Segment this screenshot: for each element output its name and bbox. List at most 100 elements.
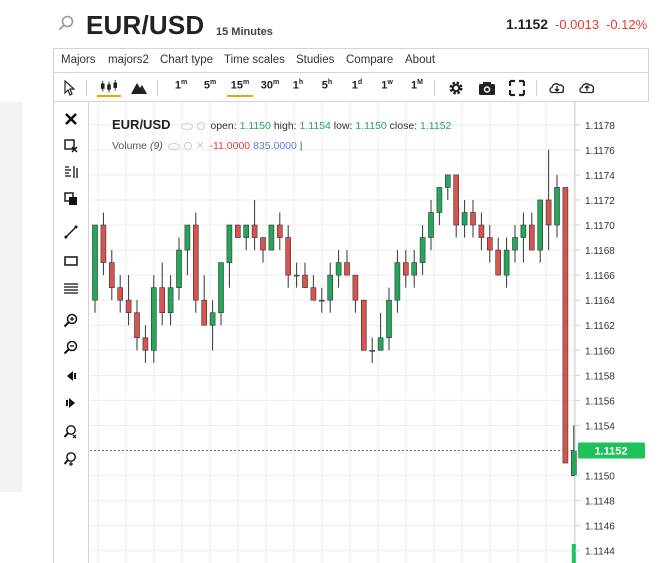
timeframe-label: 15 [230,79,243,92]
candle-body [453,174,460,226]
candle-body [235,224,241,238]
menu-time-scales[interactable]: Time scales [224,54,285,66]
price-axis: 1.1178 1.1176 1.1174 1.1172 1.1170 1.1168 1.11… [575,121,615,558]
candle-body [470,212,476,226]
symbol-title[interactable]: EUR/USD [86,10,204,41]
line-tool-icon[interactable] [63,224,79,240]
settings-icon[interactable] [197,122,206,131]
legend-low: 1.1150 [355,120,387,132]
timeframe-1d[interactable]: 1d [349,79,365,97]
menu-majors2[interactable]: majors2 [108,54,149,66]
candle-body [176,249,182,288]
menu-majors[interactable]: Majors [61,54,96,66]
candle-body [209,312,216,326]
timeframe-30m[interactable]: 30m [257,79,283,97]
candle-body [411,262,418,276]
menu-chart-type[interactable]: Chart type [160,54,213,66]
scroll-left-icon[interactable] [63,368,79,384]
remove-study-icon[interactable]: ✕ [196,140,205,152]
rectangle-icon[interactable] [63,253,79,269]
zoom-fit-icon[interactable] [63,424,79,440]
timeframe-1w[interactable]: 1w [379,79,395,97]
price-tick-label: 1.1150 [585,472,615,483]
side-panel [0,102,22,492]
candle-body [444,174,451,188]
zoom-in-icon[interactable] [63,312,79,328]
toolbar-separator [536,80,537,96]
download-icon[interactable] [548,79,566,97]
price-change: -0.0013 [555,17,600,32]
candle-body [335,262,342,276]
eye-icon[interactable] [167,142,180,150]
remove-drawing-icon[interactable] [63,138,79,154]
zoom-out-icon[interactable] [63,339,79,355]
chart-toolbar: 1m 5m 15m 30m 1h 5h 1d 1w 1M [53,72,649,102]
timeframe-5m[interactable]: 5m [201,79,219,97]
scroll-right-icon[interactable] [63,395,79,411]
menu-bar: Majors majors2 Chart type Time scales St… [53,48,649,72]
price-tick-label: 1.1156 [585,396,615,407]
timeframe-5h[interactable]: 5h [319,79,335,97]
candle-body [125,299,132,314]
candle-body [142,337,149,351]
candle-body [486,237,493,251]
price-tick-label: 1.1172 [585,196,615,207]
candle-body [293,274,300,277]
price-tick-label: 1.1170 [585,221,615,232]
timeframe-label: 30 [260,79,273,92]
settings-icon[interactable] [183,142,192,151]
volume-value: -11.0000 [209,140,251,152]
legend-symbol: EUR/USD [112,117,171,132]
volume-cursor: | [299,140,303,152]
gear-icon[interactable] [448,79,464,97]
vertical-grid [97,102,575,563]
candles-icon[interactable] [97,79,121,97]
fullscreen-icon[interactable] [509,79,525,97]
candle-body [419,237,426,263]
legend-open-label: open: [210,120,237,132]
toolbar-separator [157,80,158,96]
search-icon[interactable] [58,15,74,31]
timeframe-1m[interactable]: 1m [172,79,190,97]
ohlc-legend: EUR/USD open: 1.1150 high: 1.1154 low: 1… [112,117,451,132]
close-icon[interactable] [63,111,79,127]
price-tick-label: 1.1144 [585,547,615,558]
eye-icon[interactable] [181,122,194,130]
timeframe-unit: m [273,79,280,86]
candle-body [545,199,552,226]
menu-about[interactable]: About [405,54,435,66]
candle-body [218,262,224,314]
candle-body [285,237,291,276]
candle-body [268,224,275,251]
cursor-icon[interactable] [63,79,75,97]
timeframe-1h[interactable]: 1h [290,79,306,97]
candle-body [243,224,249,238]
fib-icon[interactable] [63,280,79,296]
upload-icon[interactable] [578,79,596,97]
price-tick-label: 1.1162 [585,321,615,332]
chart-area[interactable]: 1.1178 1.1176 1.1174 1.1172 1.1170 1.1168 1.11… [90,102,665,563]
legend-high: 1.1154 [299,120,331,132]
timeframe-unit: d [357,79,363,86]
timeframe-15m[interactable]: 15m [227,79,253,97]
candlestick-series [92,149,577,476]
candle-body [402,262,409,276]
timeframe-1M[interactable]: 1M [408,79,426,97]
menu-compare[interactable]: Compare [346,54,393,66]
camera-icon[interactable] [478,79,496,97]
price-tick-label: 1.1178 [585,121,615,132]
timeframe-unit: m [243,79,250,86]
legend-close-label: close: [389,120,418,132]
candle-body [201,299,207,326]
mountain-icon[interactable] [130,79,148,97]
legend-low-label: low: [333,120,353,132]
copy-icon[interactable] [63,191,79,207]
menu-studies[interactable]: Studies [296,54,334,66]
price-chart[interactable]: 1.1178 1.1176 1.1174 1.1172 1.1170 1.1168 1.11… [90,102,665,563]
zoom-reset-icon[interactable] [63,451,79,467]
price-tick-label: 1.1154 [585,421,615,432]
measure-icon[interactable] [63,164,79,180]
candle-body [512,237,518,251]
volume-ma: 835.0000 [253,140,297,152]
candle-body [226,224,233,263]
